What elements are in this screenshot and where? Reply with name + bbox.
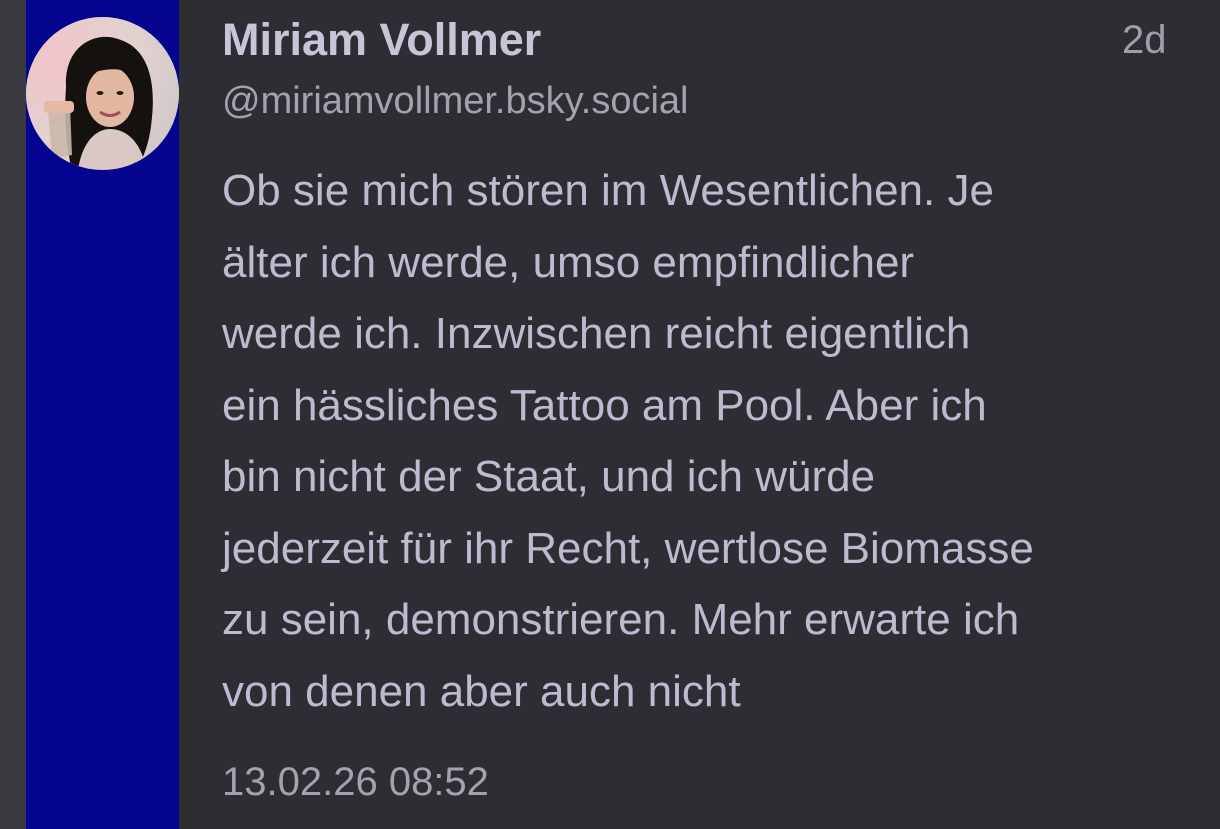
- author-name[interactable]: Miriam Vollmer: [222, 14, 541, 66]
- post-text-line: älter ich werde, umso empfindlicher: [222, 237, 915, 287]
- avatar[interactable]: [26, 17, 179, 170]
- post-card: Miriam Vollmer 2d @miriamvollmer.bsky.so…: [0, 0, 1220, 829]
- post-text: Ob sie mich stören im Wesentlichen. Je ä…: [222, 155, 1192, 727]
- post-text-line: jederzeit für ihr Recht, wertlose Biomas…: [222, 523, 1034, 573]
- post-text-line: Ob sie mich stören im Wesentlichen. Je: [222, 166, 994, 215]
- post-text-line: zu sein, demonstrieren. Mehr erwarte ich: [222, 595, 1020, 644]
- left-gutter: [0, 0, 26, 829]
- post-text-line: bin nicht der Staat, und ich würde: [222, 452, 876, 501]
- post-text-line: von denen aber auch nicht: [222, 666, 741, 716]
- relative-time: 2d: [1122, 18, 1167, 62]
- author-handle[interactable]: @miriamvollmer.bsky.social: [222, 80, 689, 123]
- post-text-line: werde ich. Inzwischen reicht eigentlich: [222, 309, 971, 358]
- post-text-line: ein hässliches Tattoo am Pool. Aber ich: [222, 380, 987, 430]
- post-timestamp: 13.02.26 08:52: [222, 760, 489, 804]
